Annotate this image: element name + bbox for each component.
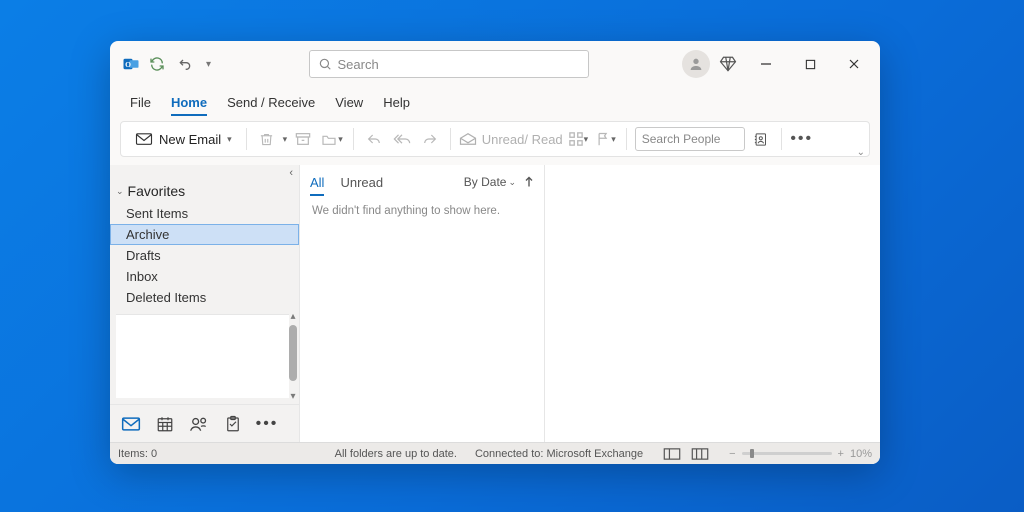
svg-text:O: O [125,60,131,69]
global-search[interactable] [309,50,589,78]
tab-all[interactable]: All [310,175,324,190]
unread-read-button[interactable]: Unread/ Read [459,132,563,147]
undo-icon[interactable] [174,53,196,75]
archive-button[interactable] [291,127,315,151]
status-connection: Connected to: Microsoft Exchange [475,448,643,460]
reply-all-button[interactable] [390,127,414,151]
body: ‹ ⌄ Favorites Sent Items Archive Drafts … [110,165,880,442]
chevron-down-icon: ⌄ [116,186,124,197]
outlook-app-icon: O [122,55,140,73]
zoom-slider[interactable] [742,452,832,455]
qat-customize-icon[interactable]: ▾ [202,59,215,70]
ribbon-container: New Email ▾ ▾ ▾ [110,117,880,165]
move-button[interactable]: ▾ [319,127,345,151]
view-normal-button[interactable] [661,446,683,462]
people-module-button[interactable] [188,413,210,435]
forward-button[interactable] [418,127,442,151]
zoom-percent: 10% [850,448,872,460]
status-sync: All folders are up to date. [335,448,457,460]
more-modules-button[interactable]: ••• [256,413,278,435]
menubar: File Home Send / Receive View Help [110,87,880,117]
message-list-header: All Unread By Date ⌄ [300,165,544,199]
zoom-out-icon[interactable]: − [729,448,735,460]
scrollbar-thumb[interactable] [289,325,297,381]
account-tree-placeholder: ▴ ▾ [116,314,289,398]
search-icon [318,57,332,71]
envelope-icon [135,132,153,146]
folder-archive[interactable]: Archive [110,224,299,245]
new-email-label: New Email [159,132,221,147]
search-people-input[interactable] [635,127,745,151]
folder-pane: ‹ ⌄ Favorites Sent Items Archive Drafts … [110,165,300,442]
delete-button[interactable] [255,127,279,151]
categorize-button[interactable]: ▾ [567,127,591,151]
minimize-button[interactable] [746,48,786,80]
folder-drafts[interactable]: Drafts [110,245,299,266]
folder-inbox[interactable]: Inbox [110,266,299,287]
unread-read-label: Unread/ Read [482,132,563,147]
envelope-open-icon [459,132,477,146]
menu-send-receive[interactable]: Send / Receive [217,91,325,114]
chevron-down-icon: ⌄ [508,177,516,188]
delete-chevron-icon[interactable]: ▾ [283,134,288,145]
account-avatar[interactable] [682,50,710,78]
reading-pane [545,165,880,442]
menu-view[interactable]: View [325,91,373,114]
collapse-folder-pane-icon[interactable]: ‹ [110,165,299,179]
close-button[interactable] [834,48,874,80]
more-commands-button[interactable]: ••• [790,127,814,151]
empty-list-message: We didn't find anything to show here. [300,199,544,223]
sort-by-label: By Date [464,175,507,189]
folder-deleted-items[interactable]: Deleted Items [110,287,299,308]
outlook-window: O ▾ [110,41,880,464]
ribbon-collapse-icon[interactable]: ⌄ [857,147,865,158]
message-list-pane: All Unread By Date ⌄ We didn't find anyt… [300,165,545,442]
sync-icon[interactable] [146,53,168,75]
premium-diamond-icon[interactable] [714,50,742,78]
scroll-up-icon[interactable]: ▴ [288,311,298,322]
menu-file[interactable]: File [120,91,161,114]
status-items-count: Items: 0 [118,448,157,460]
favorites-header[interactable]: ⌄ Favorites [110,179,299,203]
tab-unread[interactable]: Unread [340,175,383,190]
tasks-module-button[interactable] [222,413,244,435]
statusbar: Items: 0 All folders are up to date. Con… [110,442,880,464]
sort-direction-button[interactable] [524,176,534,188]
flag-button[interactable]: ▾ [594,127,618,151]
favorites-label: Favorites [128,183,186,199]
scroll-down-icon[interactable]: ▾ [288,391,298,402]
menu-home[interactable]: Home [161,91,217,114]
sort-by-button[interactable]: By Date ⌄ [464,175,516,189]
menu-help[interactable]: Help [373,91,420,114]
address-book-button[interactable] [749,127,773,151]
favorites-list: Sent Items Archive Drafts Inbox Deleted … [110,203,299,308]
maximize-button[interactable] [790,48,830,80]
global-search-input[interactable] [338,57,580,72]
module-switcher: ••• [110,404,299,442]
ribbon: New Email ▾ ▾ ▾ [120,121,870,157]
chevron-down-icon: ▾ [227,134,232,145]
folder-sent-items[interactable]: Sent Items [110,203,299,224]
titlebar: O ▾ [110,41,880,87]
zoom-in-icon[interactable]: + [838,448,844,460]
mail-module-button[interactable] [120,413,142,435]
view-toggle [661,446,711,462]
reply-button[interactable] [362,127,386,151]
new-email-button[interactable]: New Email ▾ [129,129,238,150]
zoom-control[interactable]: − + 10% [729,448,872,460]
calendar-module-button[interactable] [154,413,176,435]
view-reading-button[interactable] [689,446,711,462]
